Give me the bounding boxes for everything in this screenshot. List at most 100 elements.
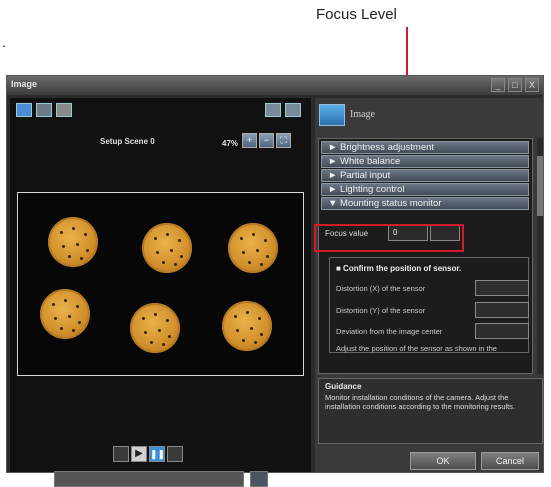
cracker-hole <box>248 261 251 264</box>
sensor-position-header: ■ Confirm the position of sensor. <box>336 264 462 273</box>
menu-item-lighting-control[interactable]: ► Lighting control <box>321 183 529 196</box>
distortion-y-label: Distortion (Y) of the sensor <box>336 306 426 315</box>
cracker-hole <box>156 251 159 254</box>
cracker-hole <box>84 233 87 236</box>
play-icon[interactable]: ▶ <box>131 446 147 462</box>
pause-icon[interactable]: ❚❚ <box>149 446 165 462</box>
image-display-pane: Setup Scene 0 47% + − ⛶ ▶ ❚❚ <box>10 98 311 487</box>
cracker-hole <box>170 249 173 252</box>
cracker-image <box>130 303 180 353</box>
cracker-hole <box>174 263 177 266</box>
adjust-position-text: Adjust the position of the sensor as sho… <box>336 344 497 353</box>
title-bar[interactable]: Image _ □ X <box>7 76 543 95</box>
distortion-x-field <box>475 280 529 296</box>
settings-menu: ► Brightness adjustment ► White balance … <box>318 138 533 374</box>
settings-title: Image <box>350 109 375 120</box>
window-title: Image <box>11 79 38 89</box>
minimize-button[interactable]: _ <box>491 78 505 92</box>
cracker-hole <box>256 249 259 252</box>
cracker-hole <box>142 317 145 320</box>
cracker-hole <box>254 341 257 344</box>
cracker-hole <box>166 319 169 322</box>
cracker-hole <box>76 305 79 308</box>
deviation-label: Deviation from the image center <box>336 327 443 336</box>
cracker-hole <box>154 313 157 316</box>
deviation-field <box>475 323 529 339</box>
cracker-hole <box>68 315 71 318</box>
folder-icon[interactable] <box>56 103 72 117</box>
image-list-icon[interactable] <box>36 103 52 117</box>
cracker-hole <box>266 255 269 258</box>
cracker-hole <box>236 329 239 332</box>
cracker-hole <box>166 233 169 236</box>
grid-icon[interactable] <box>265 103 281 117</box>
zoom-out-icon[interactable]: − <box>259 133 274 148</box>
cracker-hole <box>78 321 81 324</box>
maximize-button[interactable]: □ <box>508 78 522 92</box>
cracker-hole <box>242 339 245 342</box>
cracker-hole <box>180 255 183 258</box>
cracker-hole <box>242 251 245 254</box>
seek-button[interactable] <box>250 471 268 487</box>
fit-icon[interactable]: ⛶ <box>276 133 291 148</box>
cracker-hole <box>62 245 65 248</box>
cracker-hole <box>260 263 263 266</box>
distortion-x-label: Distortion (X) of the sensor <box>336 284 426 293</box>
cracker-hole <box>264 239 267 242</box>
distortion-y-field <box>475 302 529 318</box>
image-window: Image _ □ X Setup Scene 0 47% + − ⛶ ▶ ❚❚ <box>6 75 544 487</box>
menu-item-white-balance[interactable]: ► White balance <box>321 155 529 168</box>
cracker-hole <box>234 315 237 318</box>
guidance-box: Guidance Monitor installation conditions… <box>318 378 543 444</box>
cracker-hole <box>64 299 67 302</box>
zoom-in-icon[interactable]: + <box>242 133 257 148</box>
step-back-icon[interactable] <box>113 446 129 462</box>
seek-bar[interactable] <box>54 471 244 487</box>
cracker-hole <box>178 239 181 242</box>
sensor-position-section: ■ Confirm the position of sensor. Distor… <box>329 257 529 353</box>
settings-scrollbar[interactable] <box>537 138 543 374</box>
cracker-hole <box>72 329 75 332</box>
cracker-hole <box>240 237 243 240</box>
ok-button[interactable]: OK <box>410 452 476 470</box>
cracker-hole <box>162 343 165 346</box>
cracker-hole <box>246 311 249 314</box>
cracker-hole <box>60 231 63 234</box>
cracker-hole <box>68 255 71 258</box>
cracker-hole <box>158 329 161 332</box>
cracker-hole <box>80 257 83 260</box>
cracker-hole <box>52 303 55 306</box>
fit-view-icon[interactable] <box>285 103 301 117</box>
guidance-text: Monitor installation conditions of the c… <box>325 393 516 411</box>
scrollbar-thumb[interactable] <box>537 156 543 216</box>
scene-label: Setup Scene 0 <box>100 137 155 146</box>
camera-image[interactable] <box>17 192 304 376</box>
cracker-hole <box>76 243 79 246</box>
guidance-title: Guidance <box>325 382 362 391</box>
cracker-image <box>228 223 278 273</box>
cracker-hole <box>258 317 261 320</box>
stray-dot: . <box>2 34 6 50</box>
settings-pane: Image ► Brightness adjustment ► White ba… <box>315 98 543 472</box>
cracker-image <box>142 223 192 273</box>
step-forward-icon[interactable] <box>167 446 183 462</box>
cracker-hole <box>86 249 89 252</box>
cracker-image <box>48 217 98 267</box>
cracker-hole <box>72 227 75 230</box>
image-settings-icon <box>319 104 345 126</box>
close-button[interactable]: X <box>525 78 539 92</box>
cracker-hole <box>260 333 263 336</box>
cracker-image <box>40 289 90 339</box>
cracker-hole <box>150 341 153 344</box>
cracker-hole <box>168 335 171 338</box>
menu-item-partial-input[interactable]: ► Partial input <box>321 169 529 182</box>
cracker-hole <box>154 237 157 240</box>
cancel-button[interactable]: Cancel <box>481 452 539 470</box>
cracker-hole <box>162 261 165 264</box>
cracker-hole <box>60 327 63 330</box>
menu-item-brightness[interactable]: ► Brightness adjustment <box>321 141 529 154</box>
display-icon[interactable] <box>16 103 32 117</box>
cracker-hole <box>250 327 253 330</box>
cracker-hole <box>252 233 255 236</box>
menu-item-mounting-status[interactable]: ▼ Mounting status monitor <box>321 197 529 210</box>
